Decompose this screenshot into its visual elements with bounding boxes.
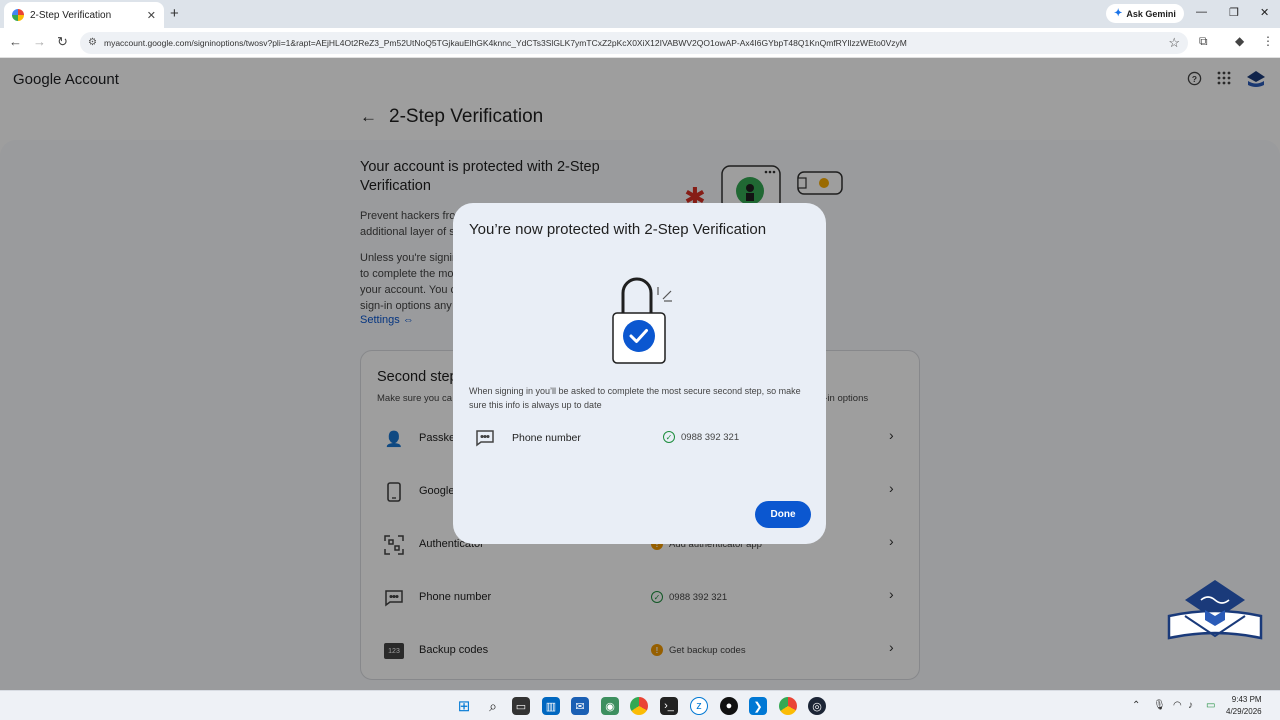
search-icon[interactable]: ⌕ (484, 697, 502, 715)
battery-icon[interactable]: ▭ (1206, 700, 1215, 711)
url-text: myaccount.google.com/signinoptions/twosv… (104, 38, 907, 48)
dialog-phone-status: ✓ 0988 392 321 (663, 431, 739, 443)
browser-tab[interactable]: 2-Step Verification ✕ (4, 2, 164, 28)
message-icon (475, 429, 495, 450)
dialog-phone-row: Phone number ✓ 0988 392 321 (469, 427, 809, 451)
dialog-description: When signing in you’ll be asked to compl… (469, 386, 801, 410)
minimize-window-button[interactable]: — (1196, 6, 1207, 18)
lock-check-illustration (612, 277, 672, 364)
forward-nav-icon[interactable]: → (33, 34, 46, 49)
mail-app-icon[interactable]: ✉ (571, 697, 589, 715)
terminal-app-icon[interactable]: ›_ (660, 697, 678, 715)
clock-date: 4/29/2026 (1226, 707, 1262, 716)
done-button[interactable]: Done (755, 501, 811, 528)
ask-gemini-button[interactable]: ✦ Ask Gemini (1106, 4, 1184, 23)
close-window-button[interactable]: ✕ (1260, 6, 1269, 19)
ask-gemini-label: Ask Gemini (1126, 8, 1176, 19)
windows-taskbar: ⊞ ⌕ ▭ ▥ ✉ ◉ ›_ z ● ❯ ◎ ⌃ 🎙 ◠ ♪ ▭ 9:43 PM… (0, 690, 1280, 720)
windows-start-icon[interactable]: ⊞ (455, 697, 473, 715)
check-circle-icon: ✓ (663, 431, 675, 443)
wifi-icon[interactable]: ◠ (1173, 700, 1182, 711)
browser-tab-bar: 2-Step Verification ✕ + ✦ Ask Gemini — ❐… (0, 0, 1280, 28)
tray-expand-icon[interactable]: ⌃ (1132, 700, 1140, 711)
screenshot-lens-icon[interactable]: ⧉ (1199, 34, 1208, 49)
address-bar[interactable]: ⚙ myaccount.google.com/signinoptions/two… (80, 32, 1188, 54)
photos-app-icon[interactable]: ◉ (601, 697, 619, 715)
gemini-spark-icon: ✦ (1114, 8, 1123, 19)
back-nav-icon[interactable]: ← (9, 34, 22, 49)
reload-icon[interactable]: ↻ (57, 34, 68, 50)
restore-window-button[interactable]: ❐ (1229, 6, 1239, 19)
microphone-icon[interactable]: 🎙 (1153, 700, 1166, 711)
bookmark-star-icon[interactable]: ☆ (1168, 35, 1180, 51)
clock-time: 9:43 PM (1231, 695, 1262, 704)
extension-icon[interactable]: ◆ (1235, 34, 1244, 48)
volume-icon[interactable]: ♪ (1188, 700, 1193, 711)
confirmation-dialog: You’re now protected with 2-Step Verific… (453, 203, 826, 544)
chrome-active-app-icon[interactable] (779, 697, 797, 715)
google-favicon-icon (12, 9, 24, 21)
chrome-menu-icon[interactable]: ⋮ (1262, 34, 1274, 48)
zalo-app-icon[interactable]: z (690, 697, 708, 715)
recorder-app-icon[interactable]: ● (720, 697, 738, 715)
dialog-phone-label: Phone number (512, 432, 581, 444)
trello-app-icon[interactable]: ▥ (542, 697, 560, 715)
tab-title: 2-Step Verification (30, 9, 112, 21)
vscode-app-icon[interactable]: ❯ (749, 697, 767, 715)
graduation-cap-book-logo (1167, 580, 1263, 640)
new-tab-button[interactable]: + (170, 5, 179, 22)
dialog-phone-value: 0988 392 321 (681, 431, 740, 443)
obs-app-icon[interactable]: ◎ (808, 697, 826, 715)
tab-close-icon[interactable]: ✕ (147, 9, 156, 22)
dialog-title: You’re now protected with 2-Step Verific… (469, 221, 767, 238)
task-view-icon[interactable]: ▭ (512, 697, 530, 715)
chrome-app-icon[interactable] (630, 697, 648, 715)
site-info-icon[interactable]: ⚙ (88, 37, 97, 48)
browser-toolbar: ← → ↻ ⚙ myaccount.google.com/signinoptio… (0, 28, 1280, 58)
taskbar-clock[interactable]: 9:43 PM 4/29/2026 (1226, 694, 1262, 718)
